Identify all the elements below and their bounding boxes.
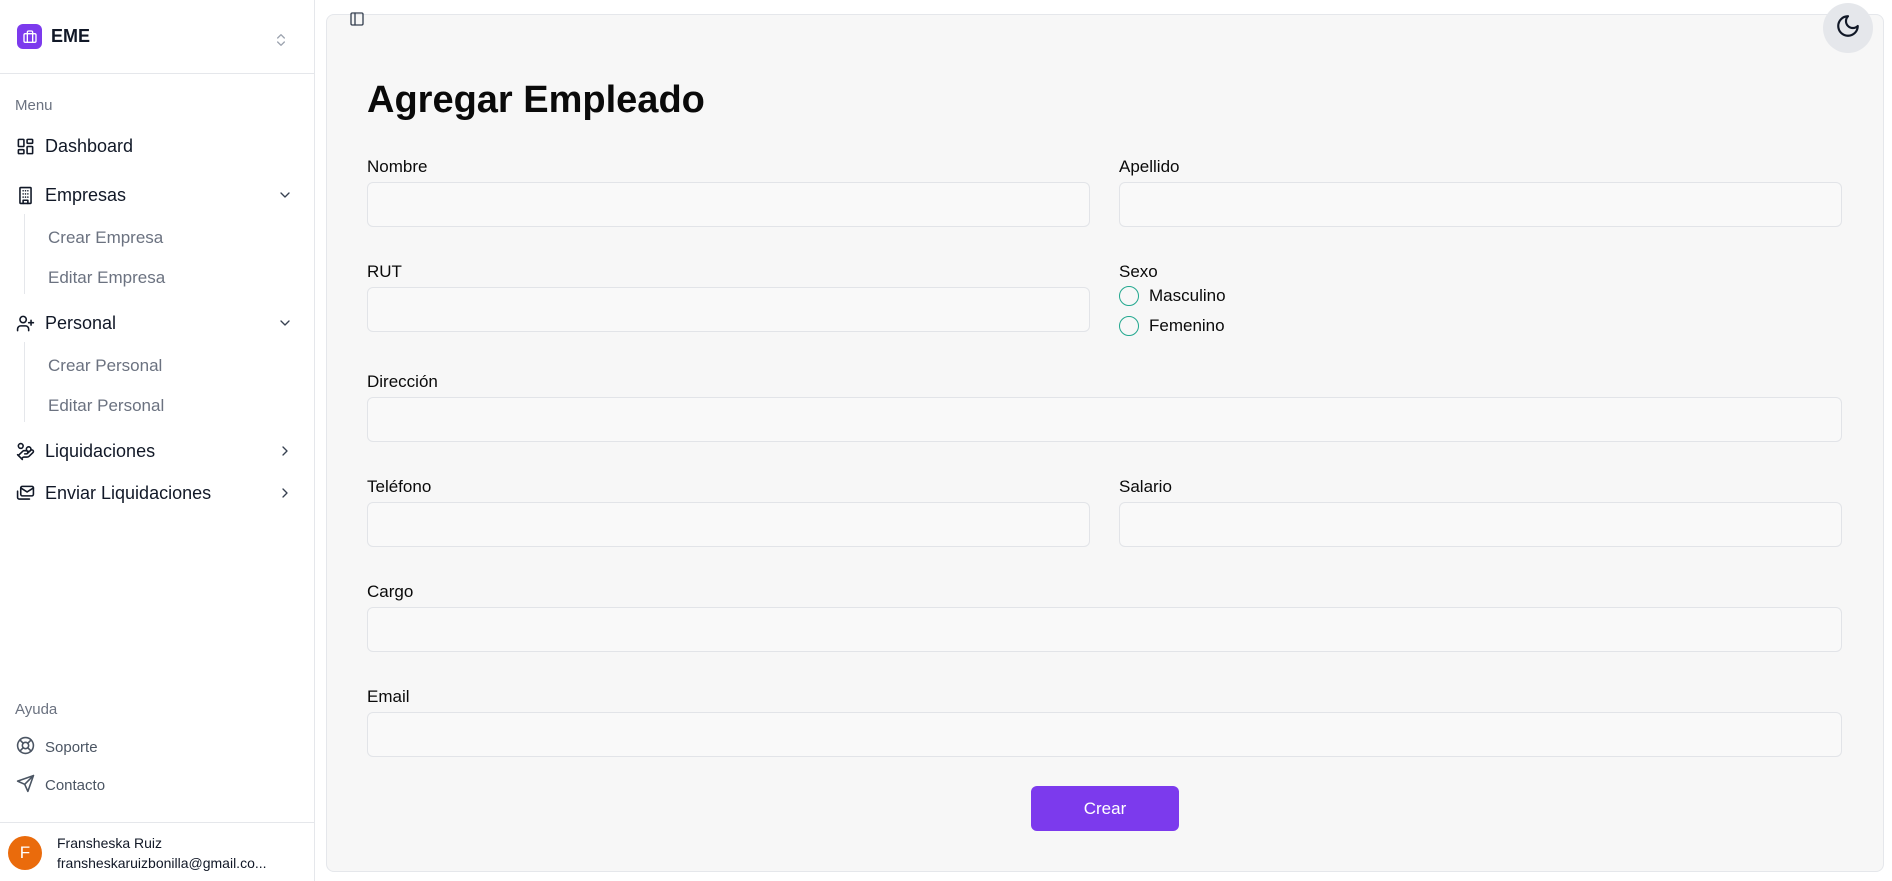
telefono-input[interactable] (367, 502, 1090, 547)
rut-label: RUT (367, 262, 402, 281)
crear-button[interactable]: Crear (1031, 786, 1179, 831)
apellido-label: Apellido (1119, 157, 1180, 176)
radio-label: Femenino (1149, 316, 1225, 335)
sidebar-item-label: Enviar Liquidaciones (45, 482, 212, 503)
chevrons-up-down-icon (273, 32, 289, 53)
sidebar-item-label: Personal (45, 312, 117, 333)
dashboard-icon (15, 136, 35, 156)
radio-label: Masculino (1149, 286, 1226, 305)
moon-icon (1835, 13, 1861, 44)
sidebar-subitem-editar-personal[interactable]: Editar Personal (48, 393, 164, 419)
sidebar-item-dashboard[interactable]: Dashboard (15, 130, 295, 162)
chevron-right-icon (275, 483, 295, 503)
chevron-down-icon (275, 313, 295, 333)
sidebar-subitem-crear-empresa[interactable]: Crear Empresa (48, 225, 163, 251)
brand-name: EME (51, 26, 91, 46)
user-menu[interactable]: F Fransheska Ruiz fransheskaruizbonilla@… (0, 822, 315, 881)
briefcase-icon (17, 24, 42, 49)
radio-button[interactable] (1119, 286, 1139, 306)
life-buoy-icon (16, 736, 35, 759)
direccion-input[interactable] (367, 397, 1842, 442)
rut-input[interactable] (367, 287, 1090, 332)
nombre-label: Nombre (367, 157, 428, 176)
sexo-option-masculino[interactable]: Masculino (1119, 286, 1226, 306)
salario-input[interactable] (1119, 502, 1842, 547)
chevron-right-icon (275, 441, 295, 461)
sidebar-item-enviar-liquidaciones[interactable]: Enviar Liquidaciones (15, 477, 295, 509)
chevron-down-icon (275, 185, 295, 205)
email-label: Email (367, 687, 410, 706)
salario-label: Salario (1119, 477, 1172, 496)
nombre-input[interactable] (367, 182, 1090, 227)
sidebar-item-contacto[interactable]: Contacto (16, 773, 105, 797)
sidebar-item-label: Soporte (45, 738, 98, 756)
sidebar-item-soporte[interactable]: Soporte (16, 735, 98, 759)
radio-button[interactable] (1119, 316, 1139, 336)
cargo-input[interactable] (367, 607, 1842, 652)
sidebar-item-personal[interactable]: Personal (15, 307, 295, 339)
main-panel: Agregar Empleado Nombre Apellido RUT Sex… (326, 3, 1884, 872)
panel-left-icon[interactable] (349, 11, 365, 27)
sidebar: EME Menu Dashboard Empresas Crear Empres… (0, 0, 315, 881)
brand-switcher[interactable]: EME (0, 0, 315, 74)
hand-coins-icon (15, 441, 35, 461)
cargo-label: Cargo (367, 582, 414, 601)
send-icon (16, 774, 35, 797)
user-email: fransheskaruizbonilla@gmail.co... (57, 855, 267, 871)
direccion-label: Dirección (367, 372, 438, 391)
sidebar-item-label: Liquidaciones (45, 440, 156, 461)
sidebar-item-empresas[interactable]: Empresas (15, 179, 295, 211)
page-title: Agregar Empleado (367, 79, 705, 121)
submenu-divider (24, 214, 25, 294)
help-section-label: Ayuda (15, 701, 58, 718)
sexo-label: Sexo (1119, 262, 1158, 281)
sidebar-subitem-crear-personal[interactable]: Crear Personal (48, 353, 162, 379)
submenu-divider (24, 342, 25, 422)
apellido-input[interactable] (1119, 182, 1842, 227)
user-plus-icon (15, 313, 35, 333)
menu-section-label: Menu (15, 97, 53, 114)
user-name: Fransheska Ruiz (57, 835, 163, 851)
sidebar-item-label: Empresas (45, 184, 127, 205)
theme-toggle-button[interactable] (1823, 3, 1873, 53)
avatar: F (8, 836, 42, 870)
sidebar-item-liquidaciones[interactable]: Liquidaciones (15, 435, 295, 467)
mail-stack-icon (15, 483, 35, 503)
building-icon (15, 185, 35, 205)
sidebar-item-label: Dashboard (45, 135, 134, 156)
telefono-label: Teléfono (367, 477, 432, 496)
email-field[interactable] (367, 712, 1842, 757)
sexo-option-femenino[interactable]: Femenino (1119, 316, 1225, 336)
sidebar-item-label: Contacto (45, 776, 106, 794)
sidebar-subitem-editar-empresa[interactable]: Editar Empresa (48, 265, 165, 291)
